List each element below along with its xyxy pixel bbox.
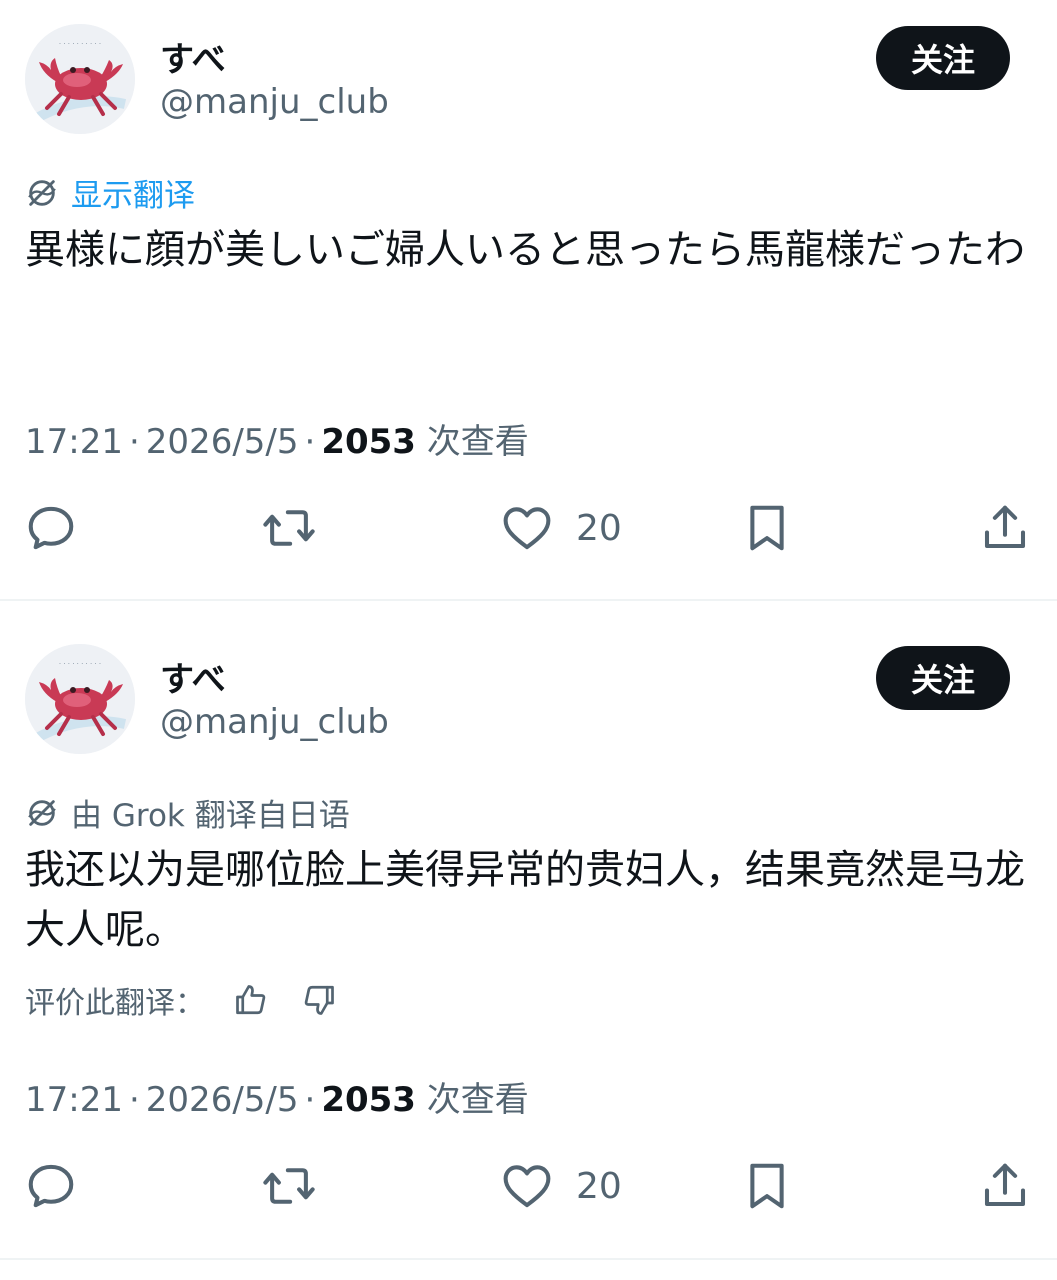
translate-icon <box>25 176 59 210</box>
translation-source-row: 由 Grok 翻译自日语 <box>25 790 350 835</box>
like-count: 20 <box>576 1165 622 1207</box>
crab-avatar-icon[interactable] <box>25 644 135 754</box>
show-translation-link[interactable]: 显示翻译 <box>71 170 195 215</box>
repost-button[interactable] <box>262 1156 316 1216</box>
meta-separator: · <box>128 422 140 462</box>
rate-translation-row: 评价此翻译： <box>25 978 337 1022</box>
show-translation-row[interactable]: 显示翻译 <box>25 170 195 215</box>
translate-icon <box>25 796 59 830</box>
action-bar: 20 <box>0 1156 1057 1216</box>
follow-button[interactable]: 关注 <box>876 646 1010 710</box>
share-icon <box>978 1159 1032 1213</box>
post-divider <box>0 1258 1057 1260</box>
follow-button[interactable]: 关注 <box>876 26 1010 90</box>
author-display-name[interactable]: すべ <box>160 32 226 81</box>
post-date[interactable]: 2026/5/5 <box>146 1080 299 1120</box>
repost-icon <box>262 501 316 555</box>
bookmark-icon <box>740 1159 794 1213</box>
post-meta: 17:21 · 2026/5/5 · 2053 次查看 <box>25 414 529 463</box>
heart-icon <box>500 501 554 555</box>
reply-button[interactable] <box>24 498 78 558</box>
thumbs-up-icon[interactable] <box>233 982 269 1018</box>
post-translated: すべ @manju_club 关注 由 Grok 翻译自日语 我还以为是哪位脸上… <box>0 620 1057 1260</box>
meta-separator: · <box>304 422 316 462</box>
like-button[interactable]: 20 <box>500 498 622 558</box>
post-date[interactable]: 2026/5/5 <box>146 422 299 462</box>
thumbs-down-icon[interactable] <box>301 982 337 1018</box>
translation-source-note: 由 Grok 翻译自日语 <box>71 798 350 834</box>
author-display-name[interactable]: すべ <box>160 652 226 701</box>
post-time[interactable]: 17:21 <box>25 422 123 462</box>
bookmark-button[interactable] <box>740 498 794 558</box>
views-label: 次查看 <box>426 422 529 462</box>
reply-icon <box>24 501 78 555</box>
author-handle[interactable]: @manju_club <box>160 702 389 742</box>
share-button[interactable] <box>978 498 1032 558</box>
post-body: 我还以为是哪位脸上美得异常的贵妇人，结果竟然是马龙大人呢。 <box>25 847 1025 953</box>
meta-separator: · <box>128 1080 140 1120</box>
action-bar: 20 <box>0 498 1057 558</box>
rate-translation-label: 评价此翻译： <box>25 986 205 1021</box>
bookmark-button[interactable] <box>740 1156 794 1216</box>
share-icon <box>978 501 1032 555</box>
share-button[interactable] <box>978 1156 1032 1216</box>
meta-separator: · <box>304 1080 316 1120</box>
reply-button[interactable] <box>24 1156 78 1216</box>
views-count: 2053 <box>321 422 416 462</box>
views-count: 2053 <box>321 1080 416 1120</box>
like-button[interactable]: 20 <box>500 1156 622 1216</box>
post-original: すべ @manju_club 关注 显示翻译 異様に顔が美しいご婦人いると思った… <box>0 0 1057 600</box>
views-label: 次查看 <box>426 1080 529 1120</box>
author-handle[interactable]: @manju_club <box>160 82 389 122</box>
post-divider <box>0 599 1057 601</box>
heart-icon <box>500 1159 554 1213</box>
repost-button[interactable] <box>262 498 316 558</box>
like-count: 20 <box>576 507 622 549</box>
bookmark-icon <box>740 501 794 555</box>
post-meta: 17:21 · 2026/5/5 · 2053 次查看 <box>25 1072 529 1121</box>
repost-icon <box>262 1159 316 1213</box>
reply-icon <box>24 1159 78 1213</box>
crab-avatar-icon[interactable] <box>25 24 135 134</box>
post-body: 異様に顔が美しいご婦人いると思ったら馬龍様だったわ <box>25 227 1025 273</box>
post-time[interactable]: 17:21 <box>25 1080 123 1120</box>
